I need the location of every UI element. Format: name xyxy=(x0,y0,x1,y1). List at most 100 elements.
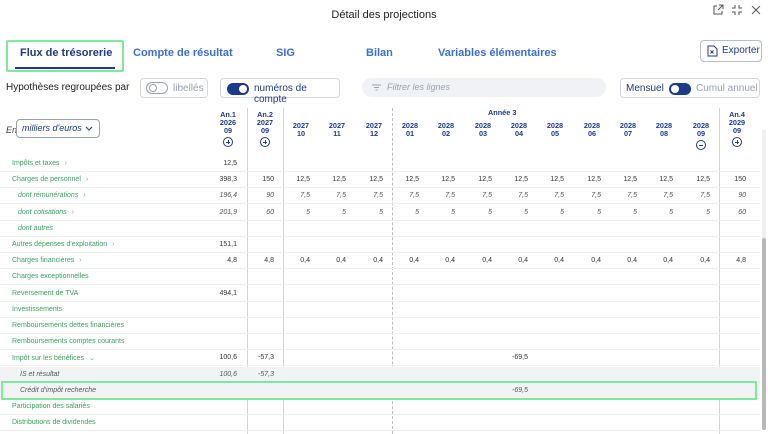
table-cell: 12,5 xyxy=(332,176,346,184)
table-row[interactable]: Impôts et taxes › 12,5 xyxy=(0,156,760,172)
window-controls xyxy=(712,3,762,15)
table-cell: 151,1 xyxy=(219,241,237,248)
table-cell: 5 xyxy=(669,208,673,216)
row-highlight xyxy=(1,380,757,400)
chevron-right-icon[interactable]: › xyxy=(72,209,74,216)
table-row[interactable]: Investissements xyxy=(0,302,760,318)
table-cell: -69,5 xyxy=(512,354,528,362)
table-cell: 5 xyxy=(306,208,310,216)
table-cell: 5 xyxy=(524,208,528,216)
dialog-title: Détail des projections xyxy=(331,9,437,21)
table-row[interactable]: Autres dépenses d'exploitation › 151,1 xyxy=(0,237,760,253)
comptes-toggle[interactable] xyxy=(227,83,249,95)
column-header: 2028 05 xyxy=(541,122,569,138)
table-cell: 150 xyxy=(262,176,274,184)
table-row[interactable]: Charges exceptionnelles xyxy=(0,269,760,286)
filter-input[interactable]: Filtrer les lignes xyxy=(362,78,606,97)
chevron-down-icon[interactable]: ⌄ xyxy=(89,355,95,362)
chevron-right-icon[interactable]: › xyxy=(64,160,66,167)
table-cell: 201,9 xyxy=(219,208,237,216)
row-label-text: Autres dépenses d'exploitation xyxy=(12,241,108,248)
table-row[interactable]: dont cotisations › 201,9 60 5 5 5 5 5 5 5 5 5 5 5 5 60 xyxy=(0,205,760,221)
comptes-toggle-group[interactable]: numéros de compte xyxy=(220,78,340,105)
table-row[interactable]: Reversement de TVA 494,1 xyxy=(0,286,760,302)
mensuel-label: Mensuel xyxy=(626,83,664,94)
table-cell: 5 xyxy=(342,208,346,216)
table-cell: 90 xyxy=(266,192,274,200)
row-label-text: Impôts et taxes xyxy=(12,160,60,167)
libelles-toggle[interactable] xyxy=(146,82,168,94)
table-cell: 0,4 xyxy=(518,257,528,265)
row-label-text: dont autres xyxy=(18,224,54,232)
row-label: IS et résultat xyxy=(20,371,59,378)
table-cell: 12,5 xyxy=(550,176,564,184)
row-label: Impôts et taxes › xyxy=(12,160,67,167)
table-cell: 7,5 xyxy=(518,192,528,200)
tab-sig[interactable]: SIG xyxy=(276,47,295,59)
table-row[interactable]: Participation des salariés xyxy=(0,399,760,415)
column-header-bottom: 01 xyxy=(405,129,415,138)
table-cell: 150 xyxy=(734,176,746,184)
scrollbar-thumb[interactable] xyxy=(762,238,766,430)
table-row[interactable]: Charges de personnel › 398,3 150 12,5 12,5 12,… xyxy=(0,172,760,189)
column-header-bottom: 10 xyxy=(296,129,306,138)
row-label: dont rémunérations › xyxy=(18,192,86,199)
table-cell: 7,5 xyxy=(482,192,492,200)
table-row[interactable]: Impôt sur les bénéfices ⌄ 100,6 -57,3 -69,5 xyxy=(0,350,760,367)
column-header-bottom: 09 xyxy=(260,126,270,135)
table-cell: 12,5 xyxy=(405,176,419,184)
table-cell: 5 xyxy=(597,208,601,216)
row-label: Distributions de dividendes xyxy=(12,419,96,426)
close-icon[interactable] xyxy=(750,3,762,15)
column-header: 2028 02 xyxy=(432,122,460,138)
collapse-icon[interactable] xyxy=(731,3,743,15)
table-row[interactable]: dont autres xyxy=(0,221,760,237)
table-cell: 0,4 xyxy=(482,257,492,265)
table-cell: 0,4 xyxy=(554,257,564,265)
expand-year-icon[interactable] xyxy=(732,137,742,147)
table-cell: 12,5 xyxy=(587,176,601,184)
tab-compte-resultat[interactable]: Compte de résultat xyxy=(133,47,233,59)
column-header-bottom: 11 xyxy=(333,129,341,138)
chevron-right-icon[interactable]: › xyxy=(83,192,85,199)
table-cell: 4,8 xyxy=(736,257,746,265)
period-toggle[interactable] xyxy=(669,83,691,95)
column-header-bottom: 04 xyxy=(514,129,524,138)
table-cell: 60 xyxy=(738,208,746,216)
column-header: 2028 09 xyxy=(687,122,715,152)
table-row[interactable]: Charges financières › 4,8 4,8 0,4 0,4 0,4 0,4 0,… xyxy=(0,253,760,270)
libelles-toggle-group[interactable]: libellés xyxy=(140,78,208,98)
tab-bilan[interactable]: Bilan xyxy=(366,47,393,59)
table-row[interactable]: Remboursements dettes financières xyxy=(0,318,760,334)
table-cell: 5 xyxy=(379,208,383,216)
filter-icon xyxy=(372,84,381,91)
chevron-right-icon[interactable]: › xyxy=(79,257,81,264)
table-row[interactable]: Distributions de dividendes xyxy=(0,415,760,432)
row-label: Remboursements dettes financières xyxy=(12,322,124,329)
column-header: An.2 2027 09 xyxy=(251,111,279,149)
table-cell: 5 xyxy=(451,208,455,216)
table-cell: 12,5 xyxy=(696,176,710,184)
table-row[interactable]: Remboursements comptes courants xyxy=(0,334,760,351)
table-cell: 0,4 xyxy=(700,257,710,265)
expand-year-icon[interactable] xyxy=(260,137,270,147)
tab-flux-tresorerie[interactable]: Flux de trésorerie xyxy=(20,47,112,59)
filter-placeholder: Filtrer les lignes xyxy=(387,82,451,92)
chevron-right-icon[interactable]: › xyxy=(112,241,114,248)
export-button[interactable]: Exporter xyxy=(700,40,762,62)
collapse-year-icon[interactable] xyxy=(696,140,706,150)
row-label-text: Investissements xyxy=(12,305,63,313)
table-row[interactable]: dont rémunérations › 196,4 90 7,5 7,5 7,5 7,5 7,… xyxy=(0,188,760,205)
row-label-text: Charges de personnel xyxy=(12,176,81,184)
table-cell: 100,6 xyxy=(219,370,237,378)
expand-year-icon[interactable] xyxy=(223,137,233,147)
chevron-right-icon[interactable]: › xyxy=(86,176,88,183)
column-header: 2028 03 xyxy=(469,122,497,138)
period-toggle-group[interactable]: Mensuel Cumul annuel xyxy=(620,78,760,98)
column-header: 2028 08 xyxy=(650,122,678,138)
tab-variables-elementaires[interactable]: Variables élémentaires xyxy=(438,47,557,59)
table-cell: 90 xyxy=(738,192,746,200)
open-external-icon[interactable] xyxy=(712,3,724,15)
column-header-bottom: 06 xyxy=(587,129,597,138)
table-cell: 7,5 xyxy=(336,192,346,200)
